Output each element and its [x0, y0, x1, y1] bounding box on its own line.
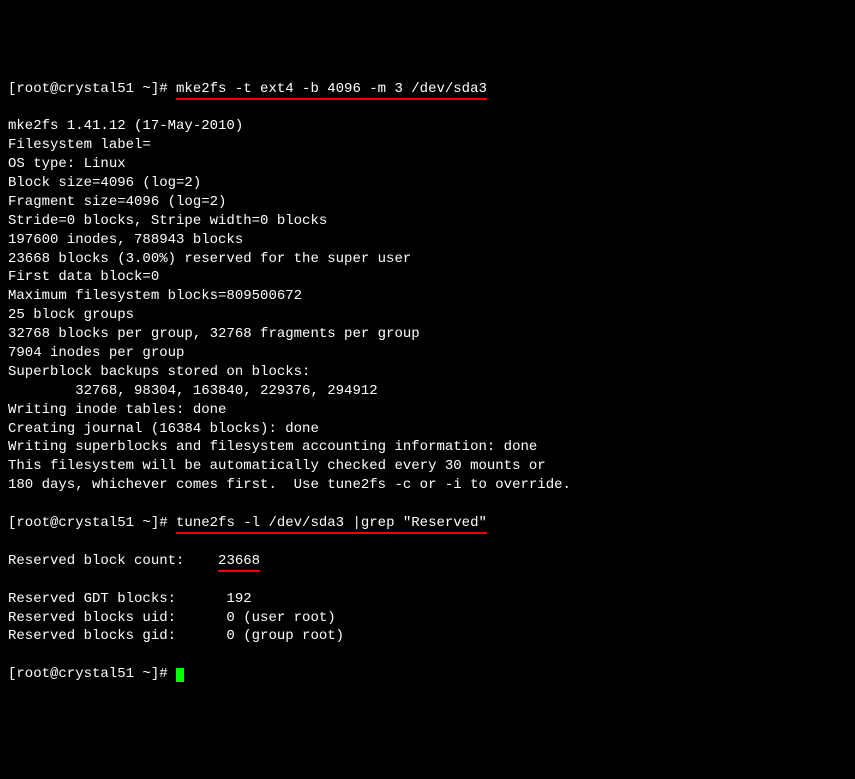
- output-line: First data block=0: [8, 268, 847, 287]
- output-line: Fragment size=4096 (log=2): [8, 193, 847, 212]
- output-line: Creating journal (16384 blocks): done: [8, 420, 847, 439]
- output-line: Reserved blocks gid: 0 (group root): [8, 627, 847, 646]
- output-line: OS type: Linux: [8, 155, 847, 174]
- output-line: 25 block groups: [8, 306, 847, 325]
- cursor-icon: [176, 668, 184, 682]
- command-1: mke2fs -t ext4 -b 4096 -m 3 /dev/sda3: [176, 81, 487, 100]
- output-line: Stride=0 blocks, Stripe width=0 blocks: [8, 212, 847, 231]
- output-line: mke2fs 1.41.12 (17-May-2010): [8, 117, 847, 136]
- prompt-line-3[interactable]: [root@crystal51 ~]#: [8, 665, 847, 684]
- output-line: Maximum filesystem blocks=809500672: [8, 287, 847, 306]
- output-line: 23668 blocks (3.00%) reserved for the su…: [8, 250, 847, 269]
- output-block-1: mke2fs 1.41.12 (17-May-2010)Filesystem l…: [8, 117, 847, 495]
- output-line: 32768, 98304, 163840, 229376, 294912: [8, 382, 847, 401]
- output-block-2: Reserved GDT blocks: 192Reserved blocks …: [8, 590, 847, 647]
- command-2: tune2fs -l /dev/sda3 |grep "Reserved": [176, 515, 487, 534]
- output-line: 32768 blocks per group, 32768 fragments …: [8, 325, 847, 344]
- output2-line1: Reserved block count: 23668: [8, 552, 847, 571]
- output-line: Filesystem label=: [8, 136, 847, 155]
- output-line: Reserved blocks uid: 0 (user root): [8, 609, 847, 628]
- reserved-block-count-label: Reserved block count:: [8, 553, 218, 569]
- output-line: Block size=4096 (log=2): [8, 174, 847, 193]
- output-line: 7904 inodes per group: [8, 344, 847, 363]
- output-line: Reserved GDT blocks: 192: [8, 590, 847, 609]
- prompt: [root@crystal51 ~]#: [8, 515, 176, 531]
- prompt: [root@crystal51 ~]#: [8, 81, 176, 97]
- prompt-line-1: [root@crystal51 ~]# mke2fs -t ext4 -b 40…: [8, 80, 847, 99]
- prompt: [root@crystal51 ~]#: [8, 666, 176, 682]
- output-line: Superblock backups stored on blocks:: [8, 363, 847, 382]
- output-line: 197600 inodes, 788943 blocks: [8, 231, 847, 250]
- output-line: This filesystem will be automatically ch…: [8, 457, 847, 476]
- output-line: 180 days, whichever comes first. Use tun…: [8, 476, 847, 495]
- output-line: Writing superblocks and filesystem accou…: [8, 438, 847, 457]
- output-line: Writing inode tables: done: [8, 401, 847, 420]
- prompt-line-2: [root@crystal51 ~]# tune2fs -l /dev/sda3…: [8, 514, 847, 533]
